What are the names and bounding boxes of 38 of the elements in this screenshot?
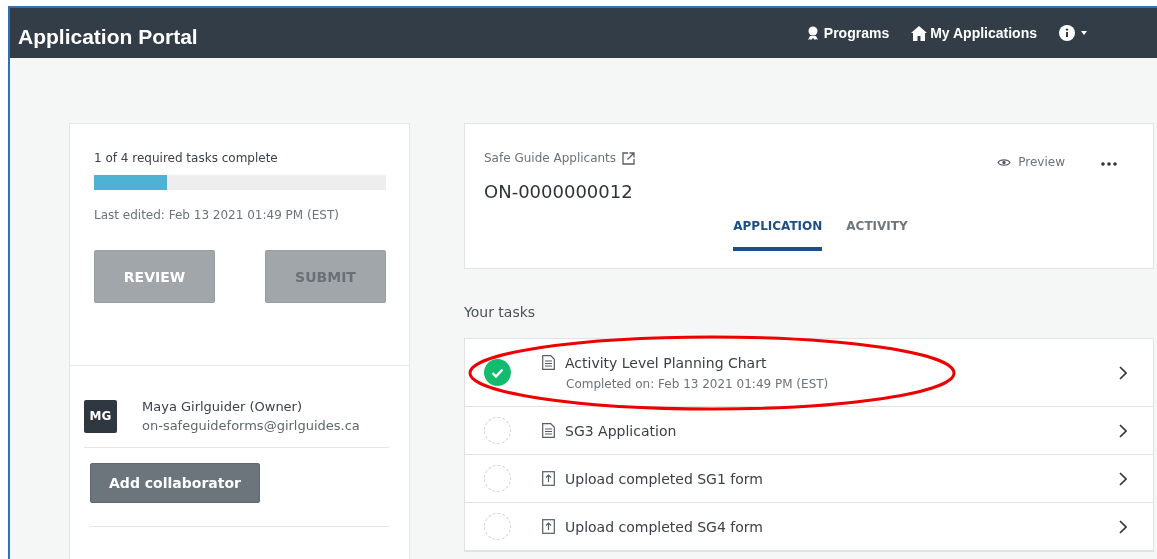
caret-icon[interactable] bbox=[1081, 31, 1087, 35]
task-title: SG3 Application bbox=[565, 422, 677, 439]
app-title: Application Portal bbox=[18, 25, 199, 49]
task-row[interactable]: Upload completed SG4 form bbox=[465, 503, 1153, 551]
task-row[interactable]: Upload completed SG1 form bbox=[465, 455, 1153, 503]
program-name: Safe Guide Applicants bbox=[484, 151, 617, 165]
chevron-right-icon bbox=[1119, 519, 1127, 534]
task-subtitle: Completed on: Feb 13 2021 01:49 PM (EST) bbox=[566, 376, 830, 391]
user-email: on-safeguideforms@girlguides.ca bbox=[142, 418, 360, 433]
task-title: Upload completed SG1 form bbox=[565, 470, 763, 487]
last-edited-text: Last edited: Feb 13 2021 01:49 PM (EST) bbox=[94, 208, 340, 222]
application-number: ON-0000000012 bbox=[484, 181, 634, 202]
preview-link[interactable]: Preview bbox=[997, 155, 1065, 169]
document-icon bbox=[542, 423, 555, 438]
chevron-right-icon bbox=[1119, 423, 1127, 438]
more-options-icon[interactable] bbox=[1101, 162, 1117, 166]
task-title: Activity Level Planning Chart bbox=[565, 354, 767, 371]
nav-link[interactable]: My Applications bbox=[911, 25, 1037, 41]
section-heading: Your tasks bbox=[464, 304, 537, 320]
nav-link[interactable]: Programs bbox=[804, 25, 890, 41]
task-row[interactable]: Activity Level Planning Chart Completed on: Feb 13 2021 01:49 PM (EST) bbox=[465, 339, 1153, 407]
chevron-right-icon bbox=[1119, 365, 1127, 380]
user-avatar: MG bbox=[84, 399, 117, 433]
add-collaborator-button[interactable]: Add collaborator bbox=[90, 463, 260, 503]
eye-icon bbox=[997, 157, 1012, 167]
info-icon[interactable] bbox=[1059, 25, 1075, 41]
task-title: Upload completed SG4 form bbox=[565, 518, 763, 535]
progress-text: 1 of 4 required tasks complete bbox=[94, 151, 279, 165]
chevron-right-icon bbox=[1119, 471, 1127, 486]
tab[interactable]: ACTIVITY bbox=[846, 219, 908, 251]
external-link-icon[interactable] bbox=[622, 151, 636, 165]
upload-file-icon bbox=[542, 519, 555, 534]
task-row[interactable]: SG3 Application bbox=[465, 407, 1153, 455]
document-icon bbox=[542, 355, 555, 370]
home-icon bbox=[911, 25, 928, 41]
tab[interactable]: APPLICATION bbox=[733, 219, 823, 251]
user-name: Maya Girlguider (Owner) bbox=[142, 399, 304, 414]
upload-file-icon bbox=[542, 471, 555, 486]
